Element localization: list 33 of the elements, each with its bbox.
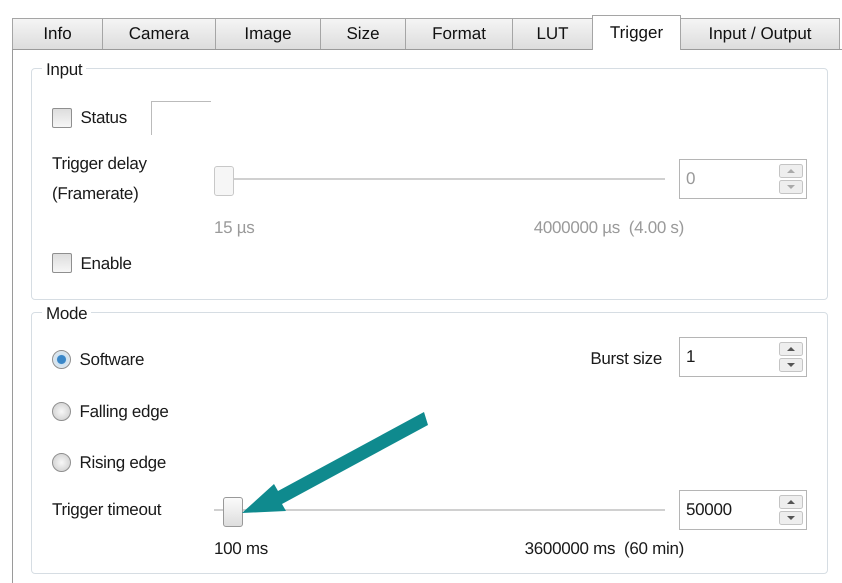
scale-min-label: 15 µs bbox=[214, 217, 254, 239]
tab[interactable]: Camera bbox=[102, 18, 216, 49]
slider-thumb[interactable] bbox=[222, 496, 243, 526]
spin-down-icon[interactable] bbox=[779, 510, 803, 524]
checkbox[interactable] bbox=[52, 108, 72, 128]
radio-button[interactable] bbox=[52, 350, 71, 370]
tab[interactable]: Image bbox=[215, 18, 321, 49]
radio-label: Falling edge bbox=[80, 400, 169, 422]
tab[interactable]: LUT bbox=[512, 18, 593, 49]
number-field[interactable]: 50000 bbox=[679, 490, 807, 530]
spin-down-icon[interactable] bbox=[779, 358, 803, 372]
tab[interactable]: Format bbox=[405, 18, 513, 49]
checkbox[interactable] bbox=[52, 253, 72, 274]
checkbox-label: Enable bbox=[80, 252, 132, 274]
slider-label: Trigger delay (Framerate) bbox=[52, 153, 148, 205]
tab[interactable]: Size bbox=[320, 18, 406, 49]
scale-max-label: 3600000 ms (60 min) bbox=[524, 538, 684, 560]
tab[interactable]: Input / Output bbox=[680, 18, 840, 49]
tab[interactable]: Trigger bbox=[592, 15, 681, 50]
radio-label: Software bbox=[80, 349, 144, 371]
radio-button[interactable] bbox=[52, 402, 71, 421]
scale-min-label: 100 ms bbox=[214, 538, 268, 560]
slider-label: Trigger timeout bbox=[52, 498, 162, 520]
burst-size-field[interactable]: 1 bbox=[679, 337, 807, 377]
scale-max-label: 4000000 µs (4.00 s) bbox=[534, 217, 684, 239]
spin-up-icon[interactable] bbox=[779, 342, 803, 356]
spin-up-icon[interactable] bbox=[779, 494, 803, 508]
tab[interactable]: Info bbox=[12, 18, 103, 49]
radio-button[interactable] bbox=[52, 453, 71, 472]
checkbox-label: Status bbox=[80, 107, 127, 130]
burst-size-label: Burst size bbox=[590, 348, 662, 370]
status-indicator-field bbox=[151, 101, 212, 135]
radio-label: Rising edge bbox=[80, 452, 166, 474]
